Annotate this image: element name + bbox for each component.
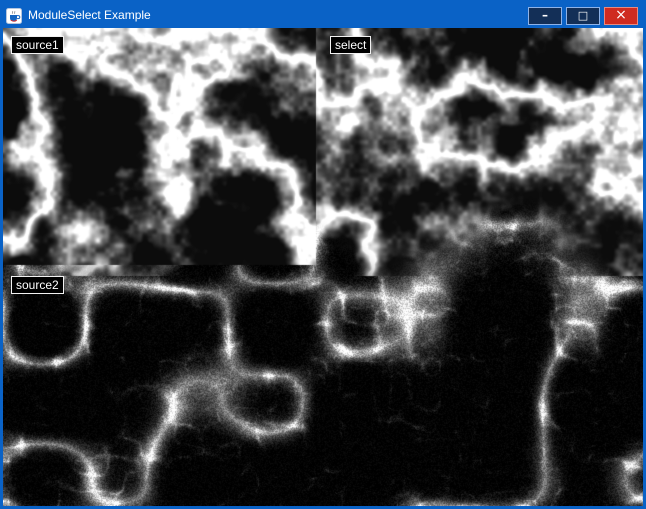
title-bar[interactable]: ModuleSelect Example – □ × <box>3 3 643 28</box>
label-select: select <box>330 36 371 54</box>
maximize-button[interactable]: □ <box>566 7 600 25</box>
close-button[interactable]: × <box>604 7 638 25</box>
noise-canvas <box>3 28 643 506</box>
window-title: ModuleSelect Example <box>28 3 528 28</box>
label-source1: source1 <box>11 36 64 54</box>
render-area: source1 select source2 <box>3 28 643 506</box>
window-controls: – □ × <box>528 7 643 25</box>
app-window: ModuleSelect Example – □ × source1 selec… <box>0 0 646 509</box>
minimize-button[interactable]: – <box>528 7 562 25</box>
label-source2: source2 <box>11 276 64 294</box>
java-icon <box>6 8 22 24</box>
